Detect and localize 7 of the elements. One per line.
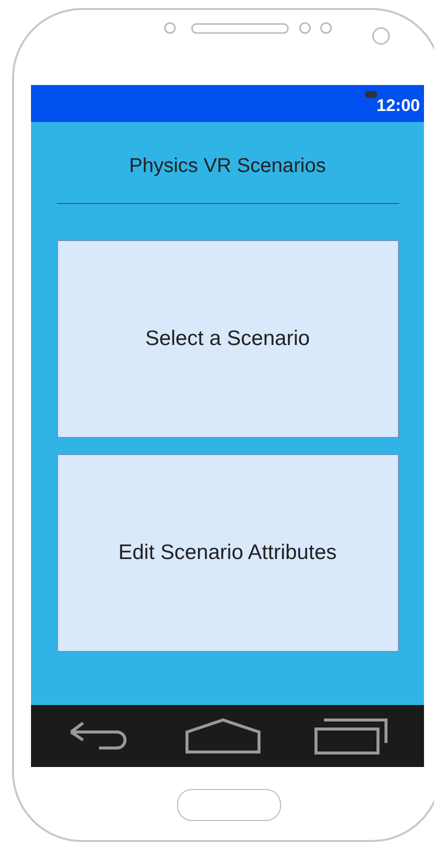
home-icon[interactable]: [185, 718, 262, 754]
screen-title: Physics VR Scenarios: [129, 155, 326, 178]
notification-icon: [364, 91, 377, 98]
status-time: 12:00: [376, 96, 420, 116]
menu-button[interactable]: Select a Scenario: [56, 240, 398, 438]
recent-apps-icon[interactable]: [314, 717, 388, 755]
menu-button[interactable]: Edit Scenario Attributes: [56, 454, 398, 652]
